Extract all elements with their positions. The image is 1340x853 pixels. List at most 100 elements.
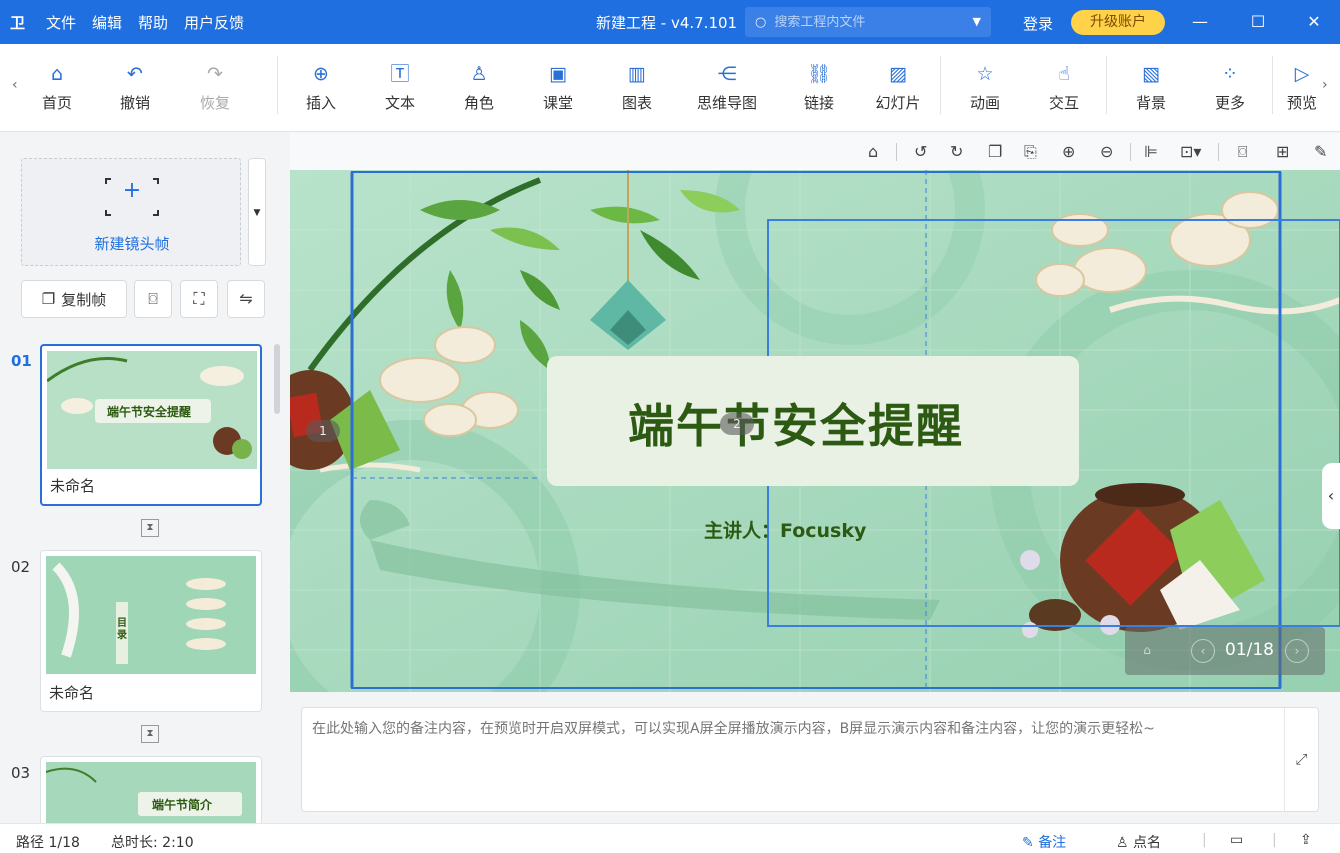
screenshot-icon[interactable]: ⌼ [1238,142,1248,162]
main-toolbar: ‹ ⌂ 首页 ↶ 撤销 ↷ 恢复 ⊕ 插入 🅃 文本 ♙ 角色 ▣ 课堂 ▥ 图表 ⋲ 思维导图 … [0,44,1340,132]
notes-area: ⤢ [290,692,1340,823]
path-icon[interactable]: ⇋ [227,280,265,318]
new-frame-button[interactable]: + 新建镜头帧 [21,158,241,266]
maximize-icon[interactable]: ☐ [1246,10,1270,34]
tool-link[interactable]: ⛓ 链接 [787,62,851,113]
tool-character[interactable]: ♙ 角色 [447,62,511,113]
tool-background[interactable]: ▧ 背景 [1119,62,1183,113]
frame-card-3[interactable]: 端午节简介 [40,756,262,826]
zoom-in-icon[interactable]: ⊕ [1062,142,1075,161]
edit-icon[interactable]: ✎ [1314,142,1327,161]
next-icon[interactable]: › [1285,639,1309,663]
tool-preview[interactable]: ▷ 预览 [1282,62,1322,113]
home-view-icon[interactable]: ⌂ [868,142,878,161]
tool-animation[interactable]: ☆ 动画 [953,62,1017,113]
menu-help[interactable]: 帮助 [138,12,168,33]
frame-select-icon[interactable]: ⛶ [180,280,218,318]
mindmap-icon: ⋲ [717,63,737,85]
frames-scrollbar[interactable] [274,344,280,414]
menu-feedback[interactable]: 用户反馈 [184,12,244,33]
align-icon[interactable]: ⊫ [1144,142,1158,161]
menu-bar: 文件 编辑 帮助 用户反馈 [46,12,244,33]
copy-icon[interactable]: ❐ [988,142,1002,161]
toolbar-scroll-right-icon[interactable]: › [1322,77,1328,93]
search-icon: ○ [755,14,767,30]
preview-icon: ▷ [1294,63,1310,85]
frame-thumbnail: 端午节安全提醒 [47,351,257,469]
chart-icon: ▥ [628,63,646,85]
thumb-title: 端午节安全提醒 [107,405,192,419]
paste-icon[interactable]: ⎘ [1024,142,1037,162]
classroom-icon: ▣ [549,63,567,85]
tool-undo[interactable]: ↶ 撤销 [103,62,167,113]
search-input[interactable] [774,14,955,30]
slide-icon: ▨ [889,63,907,85]
menu-edit[interactable]: 编辑 [92,12,122,33]
frame-thumbnail: 端午节简介 [46,762,256,826]
undo-icon: ↶ [127,63,143,85]
slide-subtitle[interactable]: 主讲人：Focusky [704,516,866,543]
tool-redo[interactable]: ↷ 恢复 [183,62,247,113]
tool-chart[interactable]: ▥ 图表 [605,62,669,113]
expand-notes-icon[interactable]: ⤢ [1284,708,1318,811]
share-icon[interactable]: ⇪ [1300,832,1312,848]
home-icon: ⌂ [50,63,64,85]
thumb-title: 端午节简介 [152,798,213,812]
frame-card-1[interactable]: 端午节安全提醒 未命名 [40,344,262,506]
frame-thumbnail: 目录 [46,556,256,674]
interaction-icon: ☝ [1058,63,1070,85]
new-frame-dropdown-icon[interactable]: ▼ [248,158,266,266]
person-icon: ♙ [1116,835,1129,851]
zoom-out-icon[interactable]: ⊖ [1100,142,1113,161]
upgrade-button[interactable]: 升级账户 [1071,10,1165,35]
notes-input[interactable] [302,708,1285,811]
frame-tool-icon[interactable]: ⊞ [1276,142,1289,161]
dual-screen-icon[interactable]: ▭ [1230,832,1243,848]
toolbar-divider [1272,56,1273,114]
minimize-icon[interactable]: — [1188,10,1212,34]
slide-title[interactable]: 端午节安全提醒 [628,390,964,456]
new-frame-label: 新建镜头帧 [94,235,170,253]
window-title: 新建工程 - v4.7.101 [596,14,738,32]
tool-home[interactable]: ⌂ 首页 [25,62,89,113]
thumb-title: 目录 [117,618,127,641]
tool-slide[interactable]: ▨ 幻灯片 [866,62,930,113]
path-step-badge[interactable]: 1 [306,420,340,442]
transition-icon[interactable]: ⧗ [141,519,159,537]
toolbar-scroll-left-icon[interactable]: ‹ [12,77,18,93]
frame-card-2[interactable]: 目录 未命名 [40,550,262,712]
tool-interaction[interactable]: ☝ 交互 [1032,62,1096,113]
tool-classroom[interactable]: ▣ 课堂 [526,62,590,113]
search-box[interactable]: ○ ▼ [745,7,991,37]
path-count: 路径 1/18 [16,835,80,851]
previous-icon[interactable]: ‹ [1191,639,1215,663]
plus-icon: + [122,178,142,203]
tool-more[interactable]: ⁘ 更多 [1198,62,1262,113]
toolbar-divider [940,56,941,114]
notes-toggle[interactable]: ✎ 备注 [1022,832,1066,852]
rotate-left-icon[interactable]: ↺ [914,142,927,161]
copy-frame-button[interactable]: ❐ 复制帧 [21,280,127,318]
redo-icon: ↷ [207,63,223,85]
camera-icon[interactable]: ⌼ [134,280,172,318]
transition-icon[interactable]: ⧗ [141,725,159,743]
rollcall-button[interactable]: ♙ 点名 [1116,832,1161,852]
expand-right-panel-icon[interactable]: ‹ [1322,463,1340,529]
home-icon[interactable]: ⌂ [1135,639,1159,663]
tool-text[interactable]: 🅃 文本 [368,62,432,113]
frame-number: 03 [11,764,31,782]
dropdown-caret-icon[interactable]: ▼ [973,15,981,28]
login-button[interactable]: 登录 [1023,13,1053,34]
tool-mindmap[interactable]: ⋲ 思维导图 [688,62,766,113]
menu-file[interactable]: 文件 [46,12,76,33]
total-duration: 总时长: 2:10 [111,835,194,851]
rotate-right-icon[interactable]: ↻ [950,142,963,161]
close-icon[interactable]: ✕ [1302,10,1326,34]
slide-canvas[interactable]: 端午节安全提醒 主讲人：Focusky 1 2 ⌂ ‹ 01/18 › [290,170,1340,692]
title-bar: 卫 文件 编辑 帮助 用户反馈 新建工程 - v4.7.101 ○ ▼ 登录 升… [0,0,1340,44]
text-icon: 🅃 [390,63,410,85]
tool-insert[interactable]: ⊕ 插入 [289,62,353,113]
character-icon: ♙ [470,63,488,85]
lock-icon[interactable]: ⊡▾ [1180,142,1201,161]
path-step-badge[interactable]: 2 [720,413,754,435]
